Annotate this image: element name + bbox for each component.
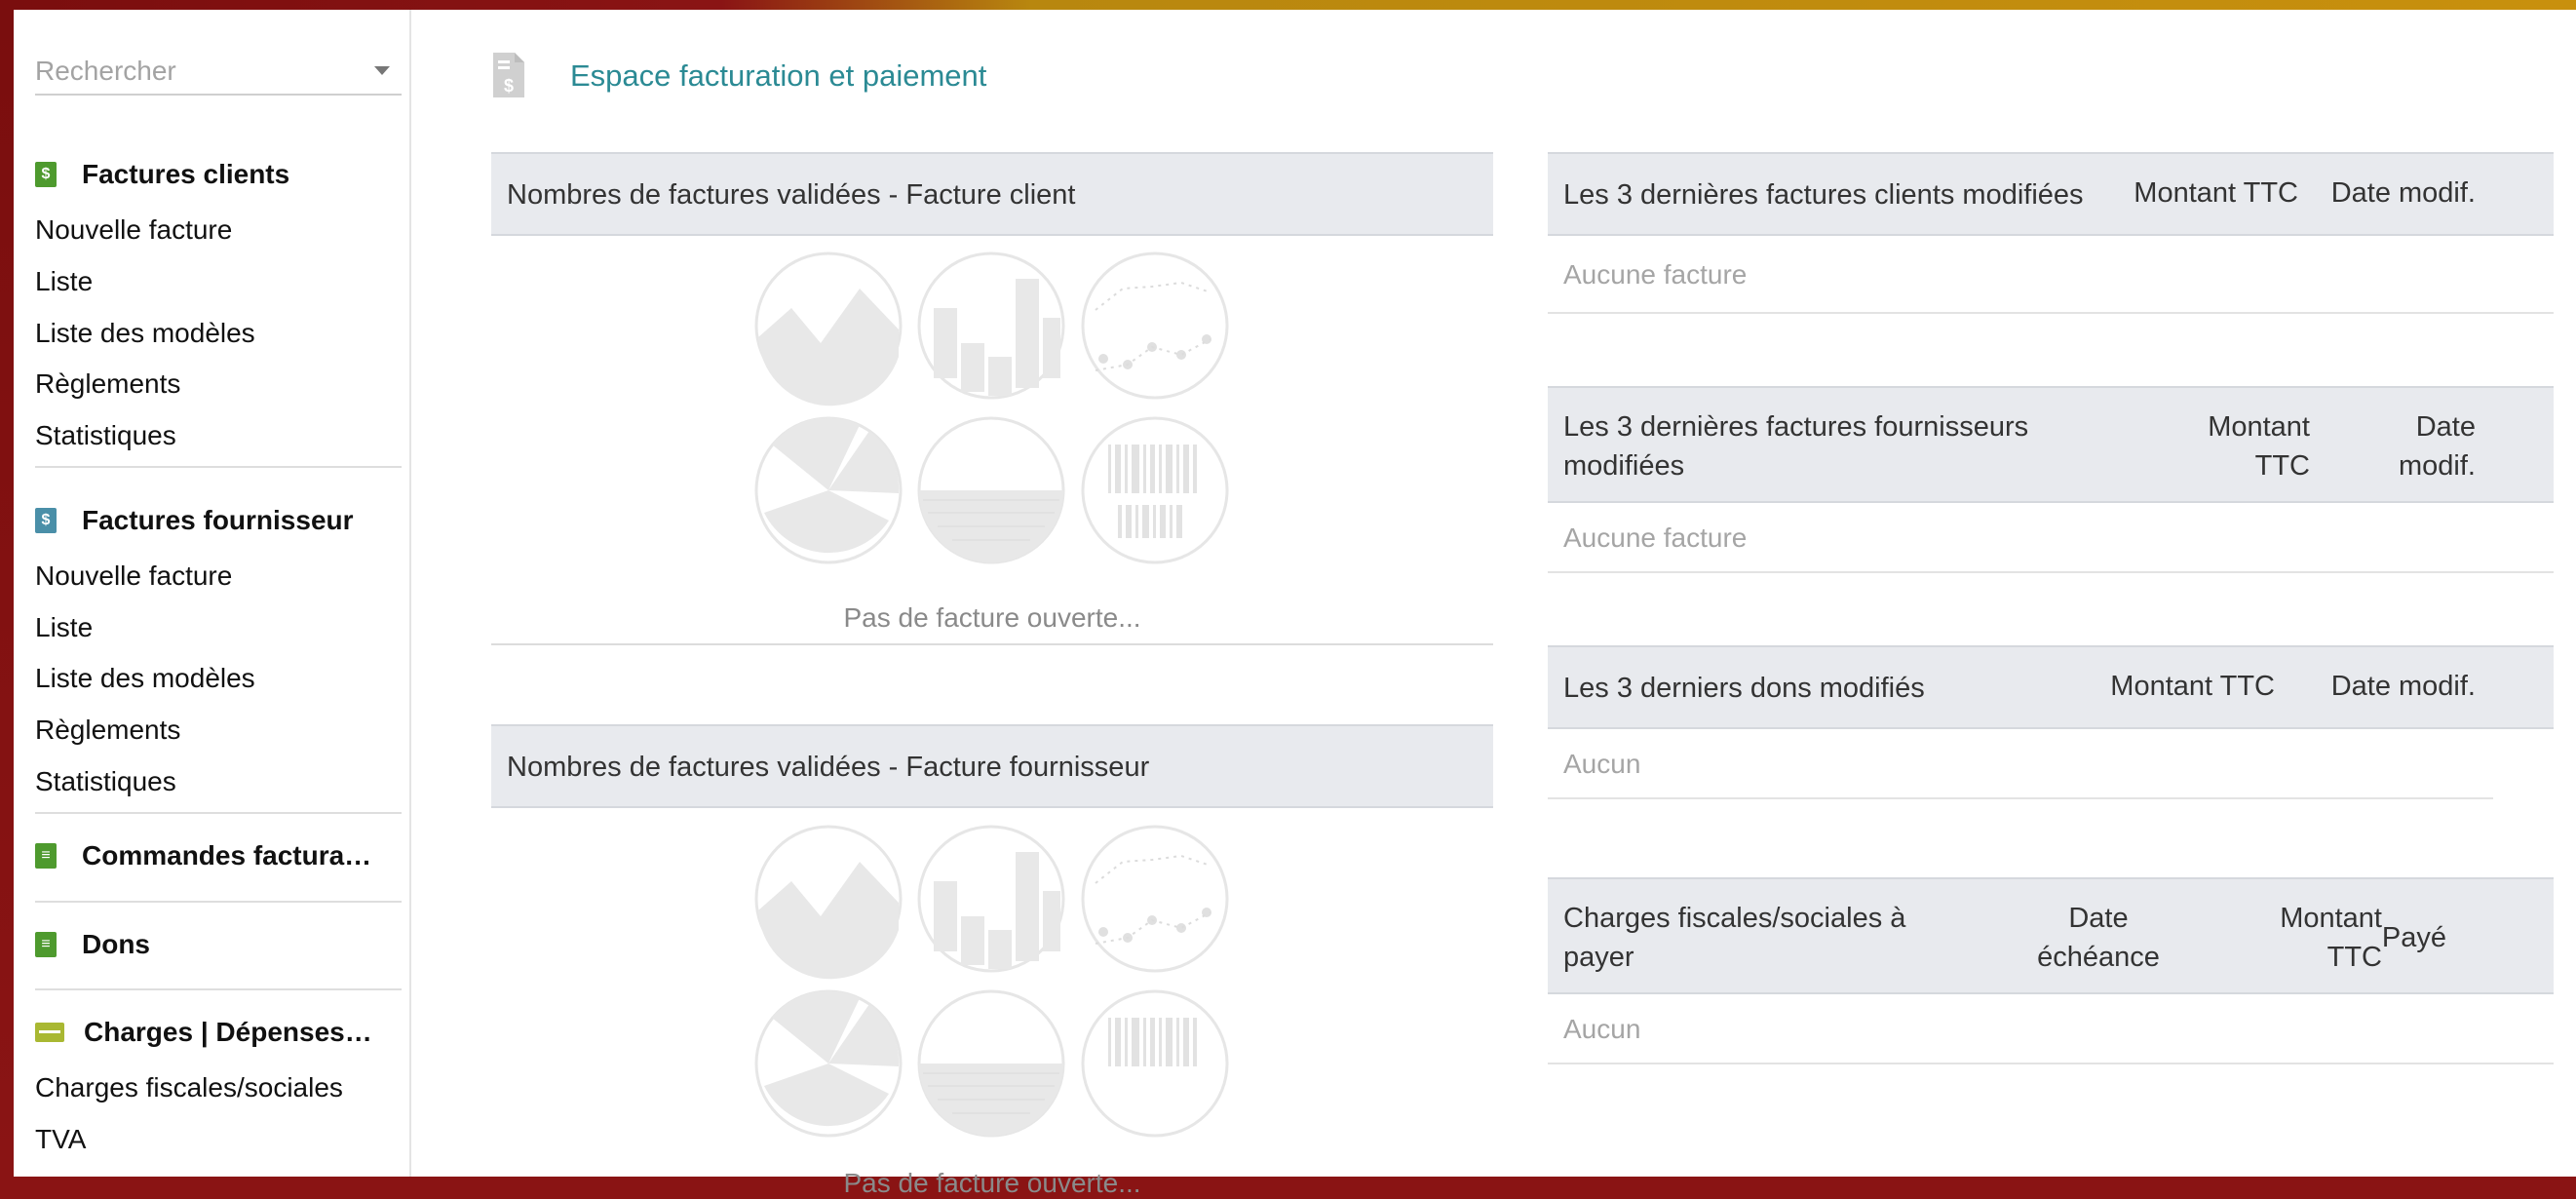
col-line: TTC (2254, 450, 2310, 482)
menu-head-factures-fournisseur[interactable]: $ Factures fournisseur (35, 501, 405, 540)
empty-text: Aucune facture (1563, 522, 1748, 553)
col-date-modif: Date modif. (2399, 407, 2476, 485)
last-suppliers-title: Les 3 dernières factures fournisseurs mo… (1563, 407, 2028, 485)
search-box[interactable] (35, 51, 402, 96)
menu-item-fournisseur-statistiques[interactable]: Statistiques (35, 762, 176, 801)
search-input[interactable] (35, 51, 357, 92)
col-montant-ttc: Montant TTC (2134, 177, 2298, 209)
menu-head-label: Dons (82, 929, 150, 959)
menu-head-factures-clients[interactable]: $ Factures clients (35, 155, 405, 194)
chart-placeholder-icon (754, 825, 1229, 1138)
menu-separator (35, 988, 402, 990)
menu-separator (35, 901, 402, 903)
menu-item-fournisseur-liste-modeles[interactable]: Liste des modèles (35, 659, 255, 698)
col-line: échéance (2037, 942, 2160, 973)
invoice-icon: $ (35, 508, 57, 533)
menu-head-label: Factures fournisseur (82, 505, 354, 535)
last-clients-empty-row: Aucune facture (1548, 236, 2554, 314)
col-montant-ttc: Montant TTC (2280, 899, 2382, 977)
menu-item-tva[interactable]: TVA (35, 1120, 86, 1159)
card-icon (35, 1023, 64, 1042)
top-brand-bar (0, 0, 2576, 10)
last-clients-title: Les 3 dernières factures clients modifié… (1563, 179, 2084, 211)
col-montant-ttc: Montant TTC (2110, 671, 2275, 702)
menu-separator (35, 812, 402, 814)
title-line: payer (1563, 942, 1634, 973)
col-date-echeance: Date échéance (2030, 899, 2167, 977)
stats-client-empty: Pas de facture ouverte... (843, 602, 1141, 633)
col-line: Date (2415, 411, 2476, 443)
col-montant-ttc: Montant TTC (2208, 407, 2310, 485)
last-clients-header: Les 3 dernières factures clients modifié… (1548, 152, 2554, 236)
menu-head-label: Charges | Dépenses… (84, 1017, 372, 1047)
divider (491, 643, 1493, 645)
invoice-icon: $ (493, 53, 524, 97)
col-line: Date (2068, 903, 2129, 934)
stats-fournisseur-title: Nombres de factures validées - Facture f… (507, 752, 1150, 783)
stats-fournisseur-empty: Pas de facture ouverte... (843, 1168, 1141, 1198)
col-paye: Payé (2381, 922, 2446, 953)
menu-item-clients-reglements[interactable]: Règlements (35, 365, 180, 404)
chart-placeholder-icon (754, 251, 1229, 564)
last-dons-header: Les 3 derniers dons modifiés Montant TTC… (1548, 645, 2554, 729)
last-dons-title: Les 3 derniers dons modifiés (1563, 673, 1925, 704)
charges-empty-row: Aucun (1548, 994, 2554, 1064)
donation-icon: ≡ (35, 932, 57, 957)
menu-item-charges-fiscales[interactable]: Charges fiscales/sociales (35, 1068, 343, 1107)
menu-head-commandes[interactable]: ≡ Commandes factura… (35, 836, 405, 875)
stats-client-header: Nombres de factures validées - Facture c… (491, 152, 1493, 236)
menu-head-label: Commandes factura… (82, 840, 372, 870)
empty-text: Aucune facture (1563, 259, 1748, 290)
last-suppliers-header: Les 3 dernières factures fournisseurs mo… (1548, 386, 2554, 503)
col-line: Montant (2280, 903, 2382, 934)
menu-item-fournisseur-nouvelle-facture[interactable]: Nouvelle facture (35, 557, 232, 596)
menu-item-fournisseur-liste[interactable]: Liste (35, 608, 93, 647)
charges-header: Charges fiscales/sociales à payer Date é… (1548, 877, 2554, 994)
charges-title: Charges fiscales/sociales à payer (1563, 899, 1905, 977)
menu-item-clients-statistiques[interactable]: Statistiques (35, 416, 176, 455)
menu-item-clients-liste-modeles[interactable]: Liste des modèles (35, 314, 255, 353)
last-dons-empty-row: Aucun (1548, 729, 2493, 799)
col-line: TTC (2326, 942, 2382, 973)
menu-item-clients-nouvelle-facture[interactable]: Nouvelle facture (35, 211, 232, 250)
menu-item-clients-liste[interactable]: Liste (35, 262, 93, 301)
left-menu: $ Factures clients Nouvelle facture List… (14, 10, 411, 1177)
title-line: Les 3 dernières factures fournisseurs (1563, 411, 2029, 443)
stats-fournisseur-header: Nombres de factures validées - Facture f… (491, 724, 1493, 808)
title-line: modifiées (1563, 450, 1685, 482)
col-date-modif: Date modif. (2330, 177, 2476, 209)
order-icon: ≡ (35, 843, 57, 869)
main-content: $ Espace facturation et paiement Nombres… (411, 10, 2576, 1198)
stats-client-title: Nombres de factures validées - Facture c… (507, 179, 1076, 211)
menu-item-fournisseur-reglements[interactable]: Règlements (35, 711, 180, 750)
menu-head-dons[interactable]: ≡ Dons (35, 925, 405, 964)
menu-head-charges[interactable]: Charges | Dépenses… (35, 1013, 405, 1052)
title-line: Charges fiscales/sociales à (1563, 903, 1906, 934)
page-title: Espace facturation et paiement (570, 58, 987, 93)
col-line: Montant (2208, 411, 2310, 443)
empty-text: Aucun (1563, 1014, 1641, 1044)
menu-head-label: Factures clients (82, 159, 290, 189)
col-line: modif. (2399, 450, 2476, 482)
menu-separator (35, 466, 402, 468)
chevron-down-icon[interactable] (374, 66, 390, 75)
empty-text: Aucun (1563, 749, 1641, 779)
last-suppliers-empty-row: Aucune facture (1548, 503, 2554, 573)
left-brand-edge (0, 0, 14, 1177)
svg-text:$: $ (504, 76, 514, 96)
col-date-modif: Date modif. (2330, 671, 2476, 702)
invoice-icon: $ (35, 162, 57, 187)
